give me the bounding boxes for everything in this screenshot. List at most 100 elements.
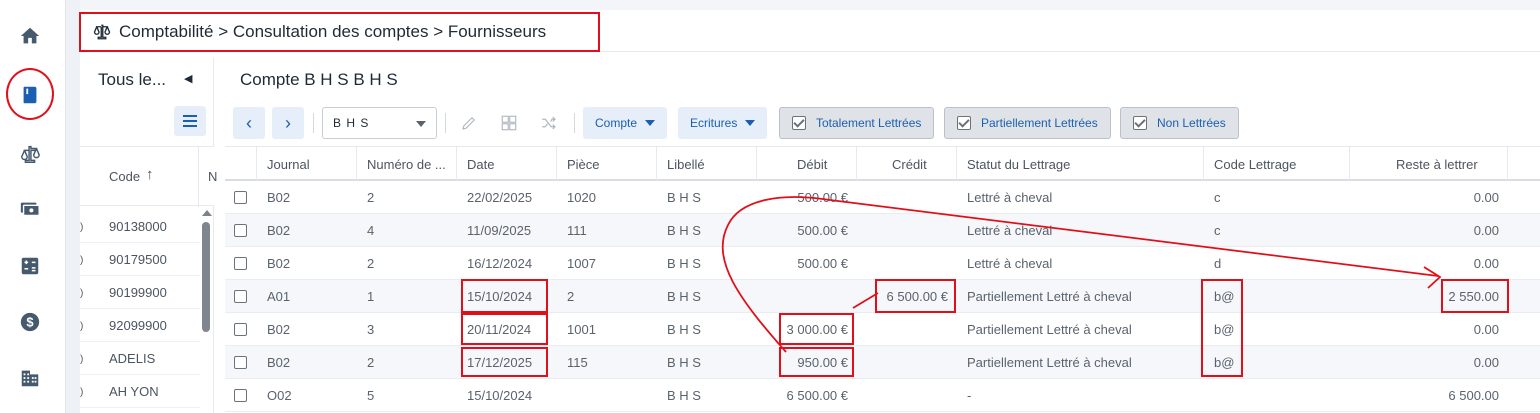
rail-divider xyxy=(66,0,80,413)
account-row[interactable]: ) AH YON xyxy=(80,375,200,408)
row-checkbox[interactable] xyxy=(234,257,247,270)
column-debit[interactable]: Débit xyxy=(797,157,827,172)
compte-dropdown-label: Compte xyxy=(595,116,638,130)
account-row[interactable]: ) 90179500 xyxy=(80,243,200,276)
ecritures-dropdown-label: Ecritures xyxy=(690,116,738,130)
table-row[interactable]: B02 3 20/11/2024 1001 B H S3 000.00 € Partiel… xyxy=(225,313,1540,346)
header-separator xyxy=(1507,147,1508,180)
next-column-header[interactable]: N xyxy=(208,169,217,184)
account-select-value: B H S xyxy=(333,116,370,130)
cell-statut: Lettré à cheval xyxy=(967,256,1053,271)
header-separator xyxy=(556,147,557,180)
breadcrumb-text: Comptabilité > Consultation des comptes … xyxy=(119,22,547,41)
column-statut[interactable]: Statut du Lettrage xyxy=(967,157,1070,172)
calculator-icon[interactable] xyxy=(15,251,45,281)
table-row[interactable]: O02 5 15/10/2024 B H S 6 500.00 € - 6 500.00 xyxy=(225,379,1540,412)
building-icon[interactable] xyxy=(15,363,45,393)
cell-journal: B02 xyxy=(267,256,291,271)
payments-icon[interactable] xyxy=(15,194,45,224)
cell-statut: Partiellement Lettré à cheval xyxy=(967,289,1132,304)
split-button[interactable] xyxy=(493,107,525,139)
cell-code: d xyxy=(1214,256,1222,271)
annotation-box-date xyxy=(461,347,548,377)
cell-reste: 6 500.00 xyxy=(1448,388,1499,403)
ecritures-dropdown[interactable]: Ecritures xyxy=(678,107,768,139)
table-row[interactable]: B02 2 22/02/2025 1020 B H S 500.00 € Lettré à … xyxy=(225,181,1540,214)
header-separator xyxy=(1349,147,1350,180)
checkbox-checked-icon xyxy=(792,116,806,130)
column-numero[interactable]: Numéro de ... xyxy=(367,157,446,172)
column-credit[interactable]: Crédit xyxy=(892,157,927,172)
column-libelle[interactable]: Libellé xyxy=(667,157,705,172)
column-reste[interactable]: Reste à lettrer xyxy=(1396,157,1478,172)
caret-down-icon xyxy=(745,120,756,126)
table-row[interactable]: B02 2 16/12/2024 1007 B H S 500.00 € Lettré à … xyxy=(225,247,1540,280)
cell-reste: 0.00 xyxy=(1473,223,1499,238)
account-row[interactable]: ) ADELIS xyxy=(80,342,200,375)
header-separator xyxy=(456,147,457,180)
account-row[interactable]: ) 92099900 xyxy=(80,309,200,342)
filter-label: Totalement Lettrées xyxy=(816,116,922,130)
cell-numero: 3 xyxy=(367,322,375,337)
cell-code: c xyxy=(1214,190,1221,205)
shuffle-button[interactable] xyxy=(533,107,565,139)
split-icon xyxy=(501,115,517,131)
account-row[interactable]: ) 90138000 xyxy=(80,210,200,243)
header-separator xyxy=(756,147,757,180)
edit-button[interactable] xyxy=(453,107,485,139)
scroll-thumb[interactable] xyxy=(202,222,210,332)
accounts-scrollbar[interactable] xyxy=(200,210,212,410)
filter-totalement-lettrees[interactable]: Totalement Lettrées xyxy=(779,107,935,139)
header-separator xyxy=(1203,147,1204,180)
code-column-header[interactable]: Code xyxy=(109,169,140,184)
compte-dropdown[interactable]: Compte xyxy=(583,107,668,139)
sort-ascending-icon[interactable]: ↑ xyxy=(146,166,154,183)
cell-reste: 0.00 xyxy=(1473,322,1499,337)
annotation-box-credit xyxy=(875,279,956,313)
row-checkbox[interactable] xyxy=(234,191,247,204)
filter-non-lettrees[interactable]: Non Lettrées xyxy=(1120,107,1239,139)
cell-libelle: B H S xyxy=(667,322,701,337)
book-icon[interactable] xyxy=(15,80,45,110)
hamburger-menu-button[interactable] xyxy=(174,106,206,136)
row-checkbox[interactable] xyxy=(234,323,247,336)
pencil-icon xyxy=(462,116,476,130)
filter-partiellement-lettrees[interactable]: Partiellement Lettrées xyxy=(944,107,1111,139)
scroll-up-icon[interactable] xyxy=(202,210,212,216)
row-checkbox[interactable] xyxy=(234,224,247,237)
home-icon[interactable] xyxy=(15,21,45,51)
cell-numero: 2 xyxy=(367,256,375,271)
cell-libelle: B H S xyxy=(667,355,701,370)
cell-journal: B02 xyxy=(267,223,291,238)
account-select[interactable]: B H S xyxy=(322,107,437,139)
column-code-lettrage[interactable]: Code Lettrage xyxy=(1214,157,1296,172)
cell-statut: Partiellement Lettré à cheval xyxy=(967,322,1132,337)
row-checkbox[interactable] xyxy=(234,290,247,303)
row-checkbox[interactable] xyxy=(234,356,247,369)
cell-piece: 2 xyxy=(567,289,575,304)
column-piece[interactable]: Pièce xyxy=(567,157,600,172)
cell-date: 22/02/2025 xyxy=(467,190,533,205)
next-button[interactable]: › xyxy=(272,107,304,139)
column-journal[interactable]: Journal xyxy=(267,157,310,172)
cell-reste: 0.00 xyxy=(1473,355,1499,370)
balance-scale-icon[interactable] xyxy=(15,139,45,169)
previous-button[interactable]: ‹ xyxy=(233,107,265,139)
filter-label: Partiellement Lettrées xyxy=(981,116,1098,130)
table-row[interactable]: B02 2 17/12/2025 115 B H S 950.00 € Partiellem… xyxy=(225,346,1540,379)
filter-label: Non Lettrées xyxy=(1157,116,1226,130)
shuffle-icon xyxy=(542,116,556,130)
account-row[interactable]: ) 90199900 xyxy=(80,276,200,309)
collapse-panel-icon[interactable]: ◀ xyxy=(184,72,192,85)
cell-libelle: B H S xyxy=(667,223,701,238)
row-checkbox[interactable] xyxy=(234,389,247,402)
table-row[interactable]: B02 4 11/09/2025 111 B H S 500.00 € Lettré à c… xyxy=(225,214,1540,247)
header-separator xyxy=(198,147,199,207)
cell-statut: Lettré à cheval xyxy=(967,190,1053,205)
cell-piece: 115 xyxy=(567,355,588,370)
cell-journal: O02 xyxy=(267,388,292,403)
balance-scale-icon xyxy=(93,24,111,40)
dollar-icon[interactable]: $ xyxy=(15,307,45,337)
column-date[interactable]: Date xyxy=(467,157,494,172)
header-separator xyxy=(956,147,957,180)
